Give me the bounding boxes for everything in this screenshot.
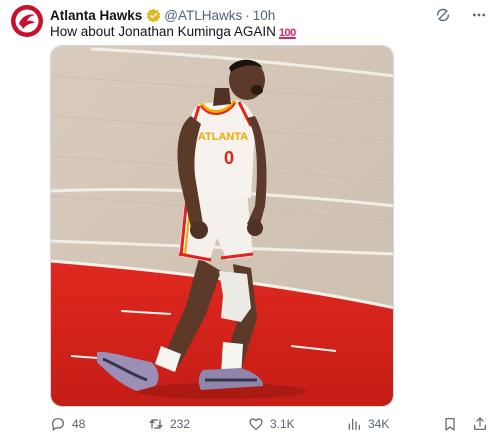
author-name[interactable]: Atlanta Hawks (50, 8, 142, 23)
like-count: 3.1K (270, 417, 295, 431)
bookmark-icon (445, 418, 455, 431)
jersey-lettering: ATLANTA (198, 131, 248, 143)
bookmark-button[interactable] (442, 416, 458, 432)
share-icon (474, 417, 486, 430)
repost-icon (149, 419, 163, 429)
separator-dot: · (245, 7, 250, 23)
timestamp[interactable]: 10h (253, 8, 276, 23)
verified-badge-icon (146, 8, 161, 23)
tweet-text-content: How about Jonathan Kuminga AGAIN (50, 24, 276, 39)
heart-icon (249, 418, 263, 430)
repost-button[interactable]: 232 (148, 416, 190, 432)
reply-button[interactable]: 48 (50, 416, 85, 432)
tweet-text: How about Jonathan Kuminga AGAIN 100 (50, 24, 296, 39)
views-button[interactable]: 34K (346, 416, 389, 432)
tweet[interactable]: Atlanta Hawks @ATLHawks · 10h How about … (0, 0, 500, 440)
hawks-logo-icon (11, 5, 43, 37)
author-handle[interactable]: @ATLHawks (164, 8, 242, 23)
grok-icon[interactable] (434, 6, 452, 24)
view-count: 34K (368, 417, 390, 431)
reply-count: 48 (72, 417, 86, 431)
share-button[interactable] (472, 416, 488, 432)
jersey-number: 0 (224, 148, 234, 168)
views-icon (348, 418, 360, 430)
hundred-points-emoji: 100 (278, 27, 296, 39)
top-actions (434, 6, 488, 24)
avatar[interactable] (10, 4, 44, 38)
tweet-actions: 48 232 3.1K 34K (50, 414, 488, 434)
reply-icon (52, 418, 64, 431)
more-icon[interactable] (470, 6, 488, 24)
tweet-media[interactable]: ATLANTA 0 (50, 45, 394, 407)
like-button[interactable]: 3.1K (248, 416, 295, 432)
tweet-header: Atlanta Hawks @ATLHawks · 10h (50, 6, 440, 24)
repost-count: 232 (170, 417, 191, 431)
player-photo: ATLANTA 0 (51, 46, 393, 406)
